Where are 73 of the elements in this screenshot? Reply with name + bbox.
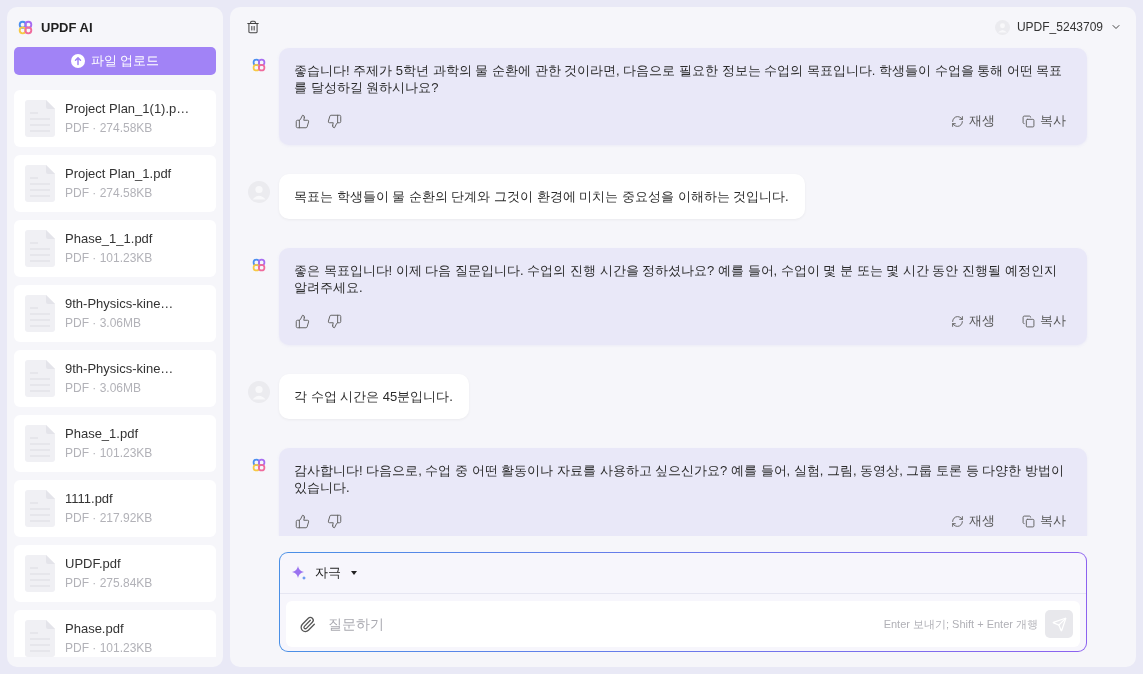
thumbs-down-icon[interactable] [327, 113, 342, 129]
file-name: Phase.pdf [65, 620, 125, 638]
file-meta: PDF · 3.06MB [65, 380, 143, 397]
file-icon [25, 620, 55, 657]
file-card[interactable]: Project Plan_1.pdf PDF · 274.58KB [14, 155, 216, 212]
refresh-icon [951, 314, 964, 328]
thumbs-up-icon[interactable] [295, 313, 310, 329]
copy-icon [1022, 314, 1035, 328]
account-button[interactable]: UPDF_5243709 [994, 19, 1122, 35]
file-icon [25, 295, 55, 332]
file-icon [25, 425, 55, 462]
file-name: Phase_1_1.pdf [65, 230, 153, 248]
file-card[interactable]: 9th-Physics-kine… PDF · 3.06MB [14, 285, 216, 342]
file-name: Phase_1.pdf [65, 425, 139, 443]
assistant-avatar-icon [252, 58, 266, 72]
upload-icon [70, 54, 85, 68]
copy-button[interactable]: 복사 [1022, 312, 1066, 330]
file-meta: PDF · 101.23KB [65, 250, 153, 267]
thumbs-down-icon[interactable] [327, 513, 342, 529]
file-meta: PDF · 3.06MB [65, 315, 143, 332]
regenerate-button[interactable]: 재생 [951, 312, 995, 330]
trash-icon[interactable] [246, 20, 260, 34]
copy-button[interactable]: 복사 [1022, 112, 1066, 130]
file-name: Project Plan_1.pdf [65, 165, 172, 183]
message-text: 목표는 학생들이 물 순환의 단계와 그것이 환경에 미치는 중요성을 이해하는 것입니다. [294, 188, 789, 205]
assistant-avatar-icon [252, 258, 266, 272]
thumbs-up-icon[interactable] [295, 113, 310, 129]
refresh-icon [951, 114, 964, 128]
file-card[interactable]: 1111.pdf PDF · 217.92KB [14, 480, 216, 537]
mode-selector[interactable]: 자극 [315, 564, 357, 582]
thumbs-up-icon[interactable] [295, 513, 310, 529]
file-name: 9th-Physics-kine… [65, 360, 174, 378]
copy-button[interactable]: 복사 [1022, 512, 1066, 530]
question-input[interactable]: 질문하기 [328, 616, 872, 632]
file-icon [25, 165, 55, 202]
file-icon [25, 490, 55, 527]
file-card[interactable]: 9th-Physics-kine… PDF · 3.06MB [14, 350, 216, 407]
regenerate-button[interactable]: 재생 [951, 112, 995, 130]
file-icon [25, 100, 55, 137]
file-card[interactable]: Phase_1.pdf PDF · 101.23KB [14, 415, 216, 472]
caret-icon [351, 571, 357, 575]
copy-icon [1022, 514, 1035, 528]
app-title: UPDF AI [41, 19, 93, 35]
file-meta: PDF · 274.58KB [65, 185, 154, 202]
file-meta: PDF · 101.23KB [65, 640, 153, 657]
refresh-icon [951, 514, 964, 528]
file-card[interactable]: Phase.pdf PDF · 101.23KB [14, 610, 216, 657]
file-name: 9th-Physics-kine… [65, 295, 174, 313]
file-card[interactable]: Project Plan_1(1).p… PDF · 274.58KB [14, 90, 216, 147]
file-card[interactable]: Phase_1_1.pdf PDF · 101.23KB [14, 220, 216, 277]
file-meta: PDF · 275.84KB [65, 575, 153, 592]
file-card[interactable]: UPDF.pdf PDF · 275.84KB [14, 545, 216, 602]
shortcut-hint: Enter 보내기; Shift + Enter 개행 [883, 616, 1038, 632]
message-text: 각 수업 시간은 45분입니다. [294, 388, 453, 405]
assistant-avatar-icon [252, 458, 266, 472]
file-name: 1111.pdf [65, 490, 114, 508]
app-logo-icon [18, 19, 33, 35]
file-icon [25, 555, 55, 592]
file-meta: PDF · 217.92KB [65, 510, 153, 527]
file-icon [25, 230, 55, 267]
copy-icon [1022, 114, 1035, 128]
regenerate-button[interactable]: 재생 [951, 512, 995, 530]
sparkle-icon [292, 565, 307, 581]
file-name: Project Plan_1(1).p… [65, 100, 190, 118]
file-meta: PDF · 101.23KB [65, 445, 153, 462]
paperclip-icon[interactable] [299, 615, 316, 633]
file-name: UPDF.pdf [65, 555, 122, 573]
message-text: 좋은 목표입니다! 이제 다음 질문입니다. 수업의 진행 시간을 정하셨나요? 예를 들어, 수업이 몇 분 또는 몇 시간 동안 진행될 예정인지 알려주세요. [294, 262, 1058, 296]
thumbs-down-icon[interactable] [327, 313, 342, 329]
message-text: 감사합니다! 다음으로, 수업 중 어떤 활동이나 자료를 사용하고 싶으신가요? 예를 들어, 실험, 그림, 동영상, 그룹 토론 등 다양한 방법이 있습니다. [294, 462, 1065, 496]
file-icon [25, 360, 55, 397]
file-meta: PDF · 274.58KB [65, 120, 154, 137]
message-text: 좋습니다! 주제가 5학년 과학의 물 순환에 관한 것이라면, 다음으로 필요한 정보는 수업의 목표입니다. 학생들이 수업을 통해 어떤 목표를 달성하길 원하시나요? [294, 62, 1064, 96]
